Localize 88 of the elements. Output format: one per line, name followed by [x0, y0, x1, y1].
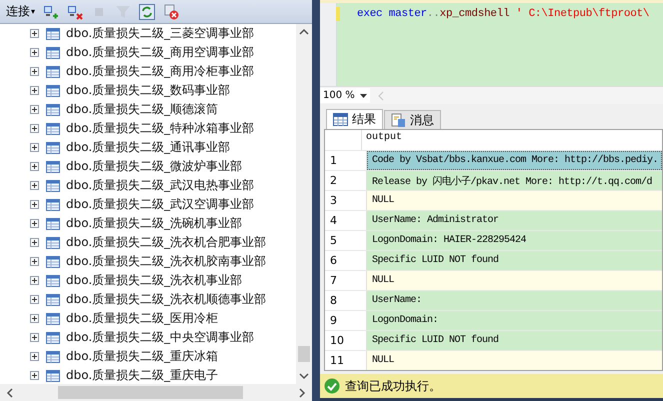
- expand-toggle[interactable]: [30, 276, 39, 285]
- message-icon: [391, 112, 406, 128]
- table-icon: [46, 180, 60, 192]
- table-icon: [46, 198, 60, 210]
- table-icon: [46, 236, 60, 248]
- tree-item[interactable]: dbo.质量损失二级_洗衣机胶南事业部: [66, 253, 266, 270]
- expand-toggle[interactable]: [30, 352, 39, 361]
- tree-item[interactable]: dbo.质量损失二级_三菱空调事业部: [66, 25, 254, 42]
- scroll-right-icon[interactable]: [298, 388, 306, 398]
- expand-toggle[interactable]: [30, 257, 39, 266]
- refresh-icon[interactable]: [137, 2, 158, 22]
- code-line: exec master..xp_cmdshell ' C:\Inetpub\ftproot\: [356, 7, 650, 22]
- table-icon: [46, 28, 60, 40]
- tree-item[interactable]: dbo.质量损失二级_微波炉事业部: [66, 158, 242, 175]
- tree-item[interactable]: dbo.质量损失二级_洗衣机顺德事业部: [66, 291, 266, 308]
- table-icon: [46, 218, 60, 230]
- table-icon: [46, 256, 60, 268]
- table-cell[interactable]: LogonDomain:: [367, 311, 662, 330]
- vertical-scrollbar[interactable]: [296, 24, 312, 384]
- table-icon: [46, 350, 60, 362]
- tree-item[interactable]: dbo.质量损失二级_医用冷柜: [66, 310, 218, 327]
- table-cell[interactable]: Specific LUID NOT found: [367, 251, 662, 270]
- table-icon: [46, 294, 60, 306]
- table-cell[interactable]: NULL: [367, 271, 662, 290]
- expand-toggle[interactable]: [30, 143, 39, 152]
- tree-item[interactable]: dbo.质量损失二级_顺德滚筒: [66, 101, 218, 118]
- expand-toggle[interactable]: [30, 371, 39, 380]
- table-icon: [46, 312, 60, 324]
- table-cell[interactable]: NULL: [367, 191, 662, 210]
- table-cell[interactable]: NULL: [367, 351, 662, 370]
- result-tab[interactable]: 结果: [326, 109, 383, 129]
- status-message: 查询已成功执行。: [345, 378, 441, 394]
- table-cell[interactable]: Release by 闪电小子/pkav.net More: http://t.qq.com/d: [367, 171, 662, 190]
- scroll-thumb[interactable]: [58, 386, 243, 399]
- tree-item[interactable]: dbo.质量损失二级_洗衣机合肥事业部: [66, 234, 266, 251]
- tree-item[interactable]: dbo.质量损失二级_武汉空调事业部: [66, 196, 254, 213]
- table-icon: [46, 66, 60, 78]
- expand-toggle[interactable]: [30, 29, 39, 38]
- table-icon: [46, 332, 60, 344]
- table-icon: [46, 274, 60, 286]
- expand-toggle[interactable]: [30, 295, 39, 304]
- expand-toggle[interactable]: [30, 219, 39, 228]
- table-cell[interactable]: UserName:: [367, 291, 662, 310]
- expand-toggle[interactable]: [30, 48, 39, 57]
- expand-toggle[interactable]: [30, 105, 39, 114]
- tree-item[interactable]: dbo.质量损失二级_商用空调事业部: [66, 44, 254, 61]
- expand-toggle[interactable]: [30, 124, 39, 133]
- success-icon: [324, 378, 340, 394]
- expand-toggle[interactable]: [30, 162, 39, 171]
- expand-toggle[interactable]: [30, 238, 39, 247]
- expand-toggle[interactable]: [30, 86, 39, 95]
- expand-toggle[interactable]: [30, 200, 39, 209]
- result-tab[interactable]: 消息: [384, 110, 441, 129]
- zoom-dropdown[interactable]: 100 %: [320, 88, 370, 103]
- scroll-up-icon[interactable]: [299, 28, 309, 36]
- table-icon: [46, 122, 60, 134]
- table-icon: [46, 104, 60, 116]
- expand-toggle[interactable]: [30, 333, 39, 342]
- tree-item[interactable]: dbo.质量损失二级_武汉电热事业部: [66, 177, 254, 194]
- scroll-thumb[interactable]: [298, 346, 310, 362]
- table-icon: [46, 46, 60, 58]
- expand-toggle[interactable]: [30, 181, 39, 190]
- tree-item[interactable]: dbo.质量损失二级_洗碗机事业部: [66, 215, 242, 232]
- expand-toggle[interactable]: [30, 314, 39, 323]
- connect-button[interactable]: 连接▾: [4, 3, 38, 20]
- table-icon: [46, 142, 60, 154]
- table-icon: [46, 160, 60, 172]
- expand-toggle[interactable]: [30, 67, 39, 76]
- table-icon: [46, 370, 60, 382]
- table-cell[interactable]: LogonDomain: HAIER-228295424: [367, 231, 662, 250]
- tree-item[interactable]: dbo.质量损失二级_数码事业部: [66, 82, 230, 99]
- scroll-left-icon[interactable]: [6, 388, 14, 398]
- tree-item[interactable]: dbo.质量损失二级_特种冰箱事业部: [66, 120, 254, 137]
- caret-icon: [360, 94, 367, 98]
- scroll-down-icon[interactable]: [299, 372, 309, 380]
- tree-item[interactable]: dbo.质量损失二级_洗衣机事业部: [66, 272, 242, 289]
- table-cell[interactable]: UserName: Administrator: [367, 211, 662, 230]
- tree-item[interactable]: dbo.质量损失二级_通讯事业部: [66, 139, 230, 156]
- table-icon: [46, 84, 60, 96]
- tree-item[interactable]: dbo.质量损失二级_重庆冰箱: [66, 348, 218, 365]
- table-cell[interactable]: Specific LUID NOT found: [367, 331, 662, 350]
- tree-item[interactable]: dbo.质量损失二级_中央空调事业部: [66, 329, 254, 346]
- query-editor[interactable]: exec master..xp_cmdshell ' C:\Inetpub\ftproot\: [320, 0, 663, 86]
- grid-icon: [333, 113, 348, 126]
- tree-item[interactable]: dbo.质量损失二级_重庆电子: [66, 367, 218, 384]
- table-cell[interactable]: Code by Vsbat/bbs.kanxue.com More: http://bbs.pediy.: [367, 151, 662, 170]
- tree-item[interactable]: dbo.质量损失二级_商用冷柜事业部: [66, 63, 254, 80]
- horizontal-scrollbar[interactable]: [0, 384, 312, 401]
